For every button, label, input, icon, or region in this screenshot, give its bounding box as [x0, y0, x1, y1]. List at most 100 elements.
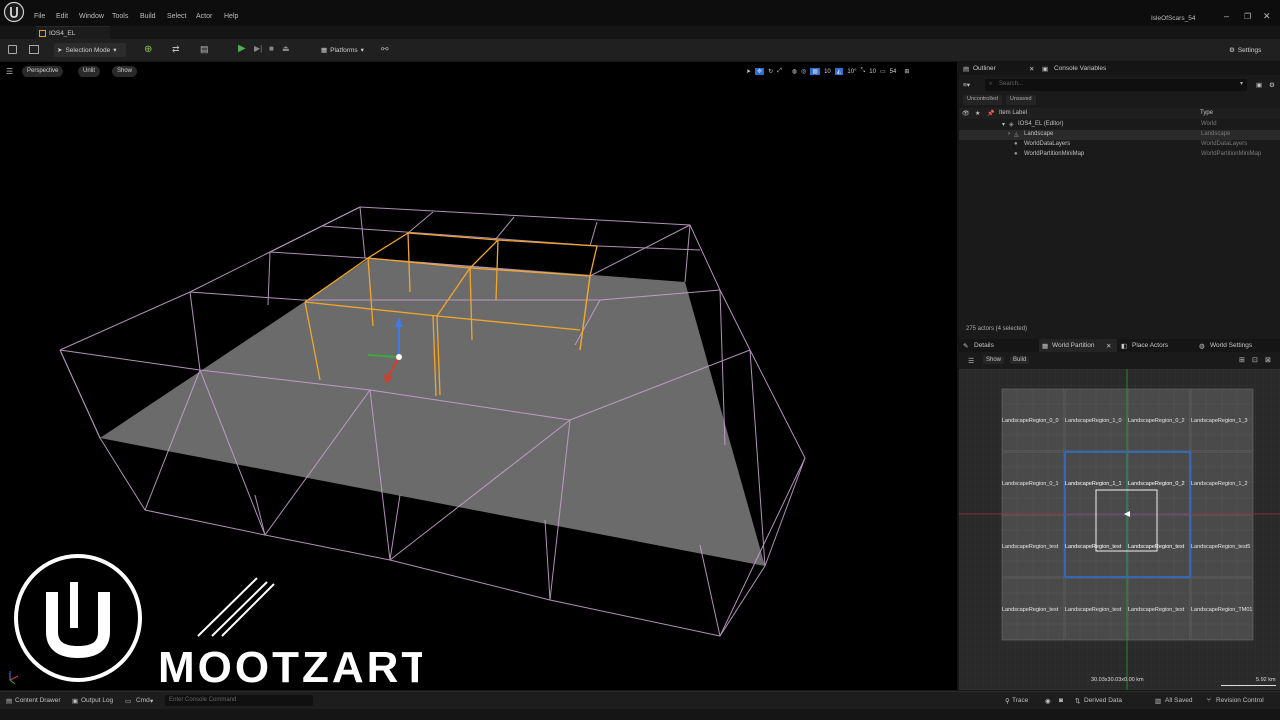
search-icon: ⌕ — [989, 81, 993, 87]
table-row[interactable]: › ◬ Landscape Landscape — [959, 130, 1280, 140]
menu-select[interactable]: Select — [167, 13, 186, 20]
project-name: IsleOfScars_54 — [1151, 15, 1196, 22]
output-log-button[interactable]: Output Log — [81, 697, 113, 704]
source-control-icon[interactable]: ⚯ — [381, 44, 389, 55]
all-saved-label[interactable]: All Saved — [1165, 697, 1192, 704]
translate-tool-icon[interactable]: ✥ — [755, 68, 765, 75]
world-partition-map[interactable]: LandscapeRegion_0_0 LandscapeRegion_1_0 … — [959, 369, 1280, 690]
revision-control-button[interactable]: Revision Control — [1216, 697, 1264, 704]
wp-show-button[interactable]: Show — [983, 356, 1005, 364]
output-log-icon: ▣ — [72, 698, 79, 705]
eject-icon[interactable]: ⏏ — [282, 44, 290, 53]
close-button[interactable]: ✕ — [1263, 11, 1271, 22]
surface-snap-icon[interactable]: ◎ — [801, 68, 806, 75]
star-icon[interactable]: ★ — [975, 110, 980, 117]
play-icon[interactable]: ▶ — [238, 43, 246, 54]
grid-snap-value[interactable]: 10 — [824, 69, 831, 75]
revision-control-icon: ⑂ — [1207, 697, 1211, 704]
rotation-snap-icon[interactable]: ◭ — [834, 68, 844, 75]
cinematics-icon[interactable]: ▤ — [200, 44, 209, 55]
close-icon[interactable]: ✕ — [1106, 342, 1111, 350]
landscape-plane[interactable] — [100, 258, 765, 566]
blueprint-icon[interactable]: ⇄ — [172, 44, 180, 55]
item-label-header[interactable]: Item Label — [999, 110, 1027, 116]
rotate-tool-icon[interactable]: ↻ — [768, 68, 773, 75]
settings-button[interactable]: ⚙ Settings — [1226, 43, 1264, 57]
menu-file[interactable]: File — [34, 13, 45, 20]
scale-tool-icon[interactable]: ⤢ — [777, 68, 782, 75]
browse-icon[interactable] — [29, 45, 39, 54]
level-tab-label: IOS4_EL — [49, 30, 76, 37]
camera-icon[interactable]: ◙ — [1059, 697, 1063, 704]
stop-icon[interactable]: ■ — [269, 44, 274, 53]
unreal-logo-icon[interactable] — [3, 1, 25, 23]
close-icon[interactable]: ✕ — [1029, 65, 1034, 73]
wp-build-button[interactable]: Build — [1010, 356, 1030, 364]
content-drawer-button[interactable]: Content Drawer — [15, 697, 61, 704]
uncontrolled-filter[interactable]: Uncontrolled — [963, 95, 1002, 105]
wp-zoom-fit-icon[interactable]: ⊞ — [1239, 356, 1245, 364]
wp-menu-icon[interactable]: ☰ — [968, 357, 974, 365]
world-settings-tab[interactable]: World Settings — [1210, 342, 1252, 349]
viewport-menu-icon[interactable]: ☰ — [6, 67, 13, 76]
world-icon[interactable]: ◍ — [792, 68, 797, 75]
platforms-button[interactable]: ▦ Platforms ▾ — [318, 43, 367, 57]
unsaved-filter[interactable]: Unsaved — [1005, 95, 1036, 105]
table-row[interactable]: ● WorldPartitionMiniMap WorldPartitionMi… — [959, 150, 1280, 160]
world-partition-tab[interactable]: ▦ World Partition ✕ — [1039, 339, 1117, 352]
menu-edit[interactable]: Edit — [56, 13, 68, 20]
view-mode-button[interactable]: Unlit — [78, 66, 101, 77]
selection-mode-button[interactable]: ➤ Selection Mode ▾ — [54, 43, 126, 57]
scale-snap-value[interactable]: 10 — [869, 69, 876, 75]
console-command-input[interactable]: Enter Console Command — [165, 695, 313, 706]
details-tab[interactable]: Details — [974, 342, 994, 349]
save-icon[interactable] — [8, 45, 17, 54]
show-button[interactable]: Show — [112, 66, 138, 77]
select-tool-icon[interactable]: ➤ — [746, 68, 751, 75]
minimize-button[interactable]: – — [1224, 11, 1229, 21]
perspective-button[interactable]: Perspective — [22, 66, 64, 77]
add-filter-icon[interactable]: ▣ — [1256, 81, 1262, 89]
expand-icon[interactable]: › — [1008, 131, 1010, 137]
camera-speed-value[interactable]: 54 — [890, 69, 897, 75]
filter-icon[interactable]: ≡▾ — [963, 81, 970, 89]
level-viewport[interactable]: ☰ Perspective Unlit Show ➤ ✥ ↻ ⤢ ◍ ◎ ▦ 1… — [0, 62, 957, 690]
camera-speed-icon[interactable]: ▭ — [880, 68, 886, 75]
place-actors-tab[interactable]: Place Actors — [1132, 342, 1168, 349]
actor-count: 275 actors (4 selected) — [966, 326, 1028, 332]
expand-icon[interactable]: ▾ — [1002, 121, 1005, 128]
wp-row-labels: LandscapeRegion_0_1 LandscapeRegion_1_1 … — [1002, 481, 1253, 487]
perspective-label: Perspective — [27, 68, 59, 74]
level-tab[interactable]: IOS4_EL — [36, 26, 110, 39]
table-row[interactable]: ▾ ◈ IOS4_EL (Editor) World — [959, 120, 1280, 130]
outliner-settings-icon[interactable]: ⚙ — [1269, 81, 1275, 89]
table-row[interactable]: ● WorldDataLayers WorldDataLayers — [959, 140, 1280, 150]
menu-tools[interactable]: Tools — [112, 13, 128, 20]
maximize-viewport-icon[interactable]: ⊞ — [904, 68, 909, 75]
maximize-button[interactable]: ❐ — [1244, 12, 1251, 21]
eye-icon[interactable]: 👁 — [962, 110, 970, 117]
menu-build[interactable]: Build — [140, 13, 156, 20]
menu-help[interactable]: Help — [224, 13, 238, 20]
trace-button[interactable]: Trace — [1012, 697, 1028, 704]
outliner-search-input[interactable]: ⌕ Search... ▾ — [985, 79, 1247, 91]
grid-snap-icon[interactable]: ▦ — [810, 68, 821, 75]
step-icon[interactable]: ▶| — [254, 44, 262, 53]
wp-cell-label: LandscapeRegion_test — [1065, 544, 1122, 550]
console-placeholder: Enter Console Command — [169, 697, 237, 703]
wp-frame-icon[interactable]: ⊡ — [1252, 356, 1258, 364]
rotation-snap-value[interactable]: 10° — [847, 69, 856, 75]
wp-row-labels: LandscapeRegion_test LandscapeRegion_tes… — [1002, 544, 1253, 550]
scale-snap-icon[interactable]: ⤡ — [860, 68, 865, 75]
record-icon[interactable]: ◉ — [1045, 697, 1051, 705]
cmd-button[interactable]: Cmd — [136, 697, 150, 704]
pin-icon[interactable]: 📌 — [987, 110, 994, 117]
menu-actor[interactable]: Actor — [196, 13, 212, 20]
console-variables-tab[interactable]: Console Variables — [1054, 65, 1106, 72]
add-actor-icon[interactable]: ⊕ — [144, 44, 152, 55]
type-header[interactable]: Type — [1200, 110, 1213, 116]
derived-data-button[interactable]: Derived Data — [1084, 697, 1122, 704]
wp-locate-icon[interactable]: ⊠ — [1265, 356, 1271, 364]
menu-window[interactable]: Window — [79, 13, 104, 20]
outliner-tab[interactable]: Outliner — [973, 65, 996, 72]
